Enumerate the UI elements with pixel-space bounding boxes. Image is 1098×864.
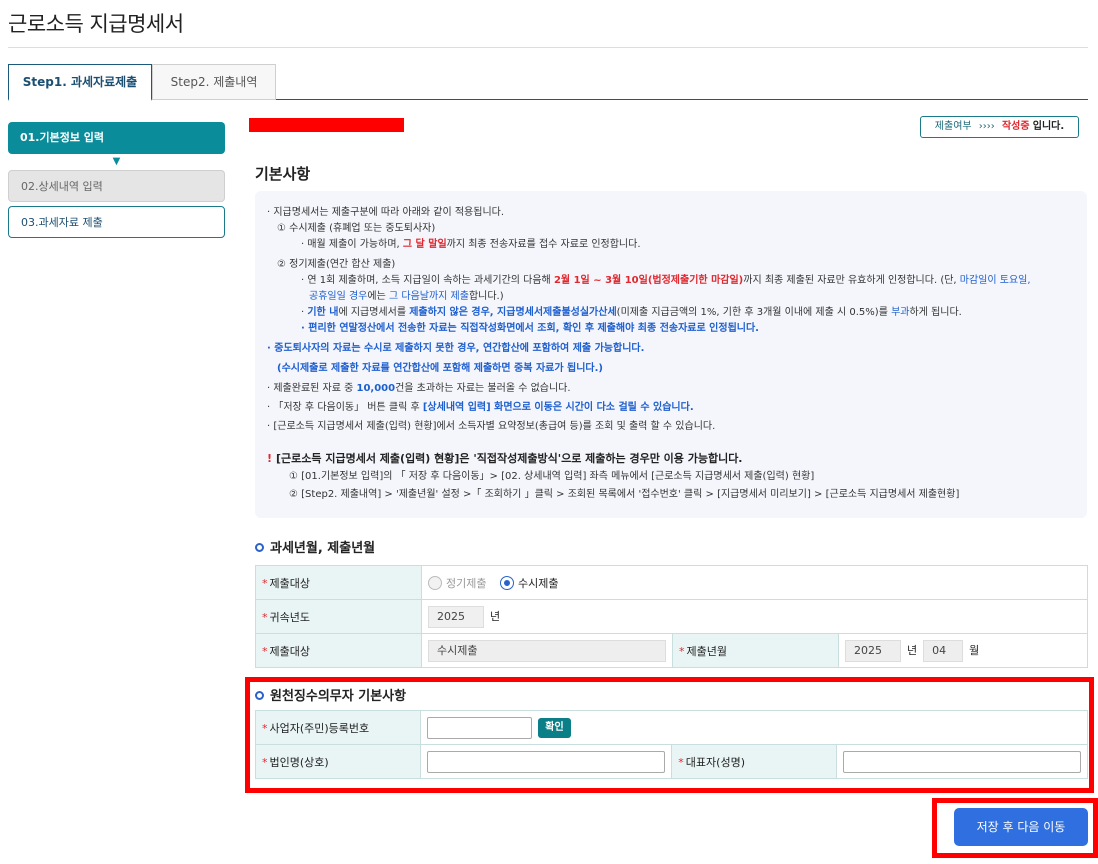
step-nav: 01.기본정보 입력 ▼ 02.상세내역 입력 03.과세자료 제출 (8, 122, 225, 238)
tax-period-section-title: 과세년월, 제출년월 (255, 537, 375, 556)
radio-occasional[interactable] (499, 575, 514, 590)
notice-line: · 중도퇴사자의 자료는 수시로 제출하지 못한 경우, 연간합산에 포함하여 … (267, 343, 645, 354)
page-title: 근로소득 지급명세서 (8, 12, 184, 36)
submission-status: 제출여부 ›››› 작성중 입니다. (920, 116, 1079, 138)
status-prefix: 제출여부 (934, 121, 972, 132)
submit-type-options: 정기제출 수시제출 (421, 565, 1088, 600)
year-unit: 년 (490, 609, 501, 623)
status-suffix: 입니다. (1032, 121, 1065, 132)
notice-line: · 지급명세서는 제출구분에 따라 아래와 같이 적용됩니다. (267, 207, 505, 218)
notice-line: · 편리한 연말정산에서 전송한 자료는 직접작성화면에서 조회, 확인 후 제… (301, 323, 759, 334)
corp-name-input[interactable] (427, 750, 666, 773)
reg-number-input[interactable] (427, 716, 533, 739)
notice-line: 공휴일일 경우에는 그 다음날까지 제출합니다.) (309, 291, 504, 302)
step-item-submit[interactable]: 03.과세자료 제출 (8, 206, 225, 238)
tab-step1[interactable]: Step1. 과세자료제출 (8, 64, 152, 101)
attribution-year-label: * 귀속년도 (255, 599, 422, 634)
radio-regular[interactable] (428, 575, 442, 590)
submit-month-label: * 제출년월 (672, 633, 839, 668)
tab-step2[interactable]: Step2. 제출내역 (152, 64, 276, 100)
notice-line: · 연 1회 제출하며, 소득 지급일이 속하는 과세기간의 다음해 2월 1일… (301, 275, 1031, 286)
notice-line: · 기한 내에 지급명세서를 제출하지 않은 경우, 지급명세서제출불성실가산세… (301, 307, 962, 318)
basic-section-title: 기본사항 (255, 165, 311, 183)
submit-target-label: * 제출대상 (255, 633, 422, 668)
notice-line: ① [01.기본정보 입력]의 「 저장 후 다음이동」> [02. 상세내역 … (289, 471, 815, 482)
notice-warning: ! [근로소득 지급명세서 제출(입력) 현황]은 '직접작성제출방식'으로 제출… (267, 452, 743, 465)
confirm-button[interactable]: 확인 (538, 717, 571, 738)
representative-input[interactable] (843, 750, 1081, 773)
bullet-circle-icon (255, 543, 264, 552)
notice-line: · 매월 제출이 가능하며, 그 달 말일까지 최종 전송자료를 접수 자료로 … (301, 239, 641, 250)
bullet-circle-icon (255, 691, 264, 700)
step-item-basic-info[interactable]: 01.기본정보 입력 (8, 122, 225, 154)
withholder-section-title: 원천징수의무자 기본사항 (255, 685, 406, 704)
submit-type-label: * 제출대상 (255, 565, 422, 600)
notice-line: ② 정기제출(연간 합산 제출) (277, 259, 396, 270)
step-tabs: Step1. 과세자료제출 Step2. 제출내역 (8, 64, 1088, 101)
attribution-year-field: 2025 (428, 605, 484, 628)
notice-line: (수시제출로 제출한 자료를 연간합산에 포함해 제출하면 중복 자료가 됩니다… (277, 363, 603, 374)
reg-number-label: * 사업자(주민)등록번호 (254, 710, 422, 745)
step-item-detail[interactable]: 02.상세내역 입력 (8, 170, 225, 202)
step-arrow-icon: ▼ (112, 156, 121, 167)
notice-line: · [근로소득 지급명세서 제출(입력) 현황]에서 소득자별 요약정보(총급여… (267, 421, 716, 432)
submit-target-field: 수시제출 (428, 639, 666, 662)
title-divider (8, 47, 1088, 48)
status-arrows-icon: ›››› (978, 121, 995, 132)
notice-box: · 지급명세서는 제출구분에 따라 아래와 같이 적용됩니다. ① 수시제출 (… (255, 191, 1087, 518)
notice-line: · 제출완료된 자료 중 10,000건을 초과하는 자료는 불러올 수 없습니… (267, 383, 571, 394)
save-next-button[interactable]: 저장 후 다음 이동 (954, 808, 1088, 846)
withholder-table: * 사업자(주민)등록번호 확인 * 법인명(상호) * 대표자(성명) (254, 710, 1088, 779)
status-state: 작성중 (1001, 121, 1030, 132)
corp-name-label: * 법인명(상호) (254, 744, 422, 779)
notice-line: ① 수시제출 (휴폐업 또는 중도퇴사자) (277, 223, 436, 234)
tax-period-table: * 제출대상 정기제출 수시제출 * 귀속년도 2025 년 * 제출대상 수시제출 *… (255, 565, 1088, 668)
redaction-bar (249, 118, 404, 132)
submit-year-field: 2025 (845, 639, 901, 662)
notice-line: ② [Step2. 제출내역] > '제출년월' 설정 >「 조회하기 」클릭 … (289, 489, 960, 500)
representative-label: * 대표자(성명) (671, 744, 837, 779)
submit-month-field: 04 (923, 639, 964, 662)
notice-line: · 「저장 후 다음이동」 버튼 클릭 후 [상세내역 입력] 화면으로 이동은… (267, 402, 694, 413)
